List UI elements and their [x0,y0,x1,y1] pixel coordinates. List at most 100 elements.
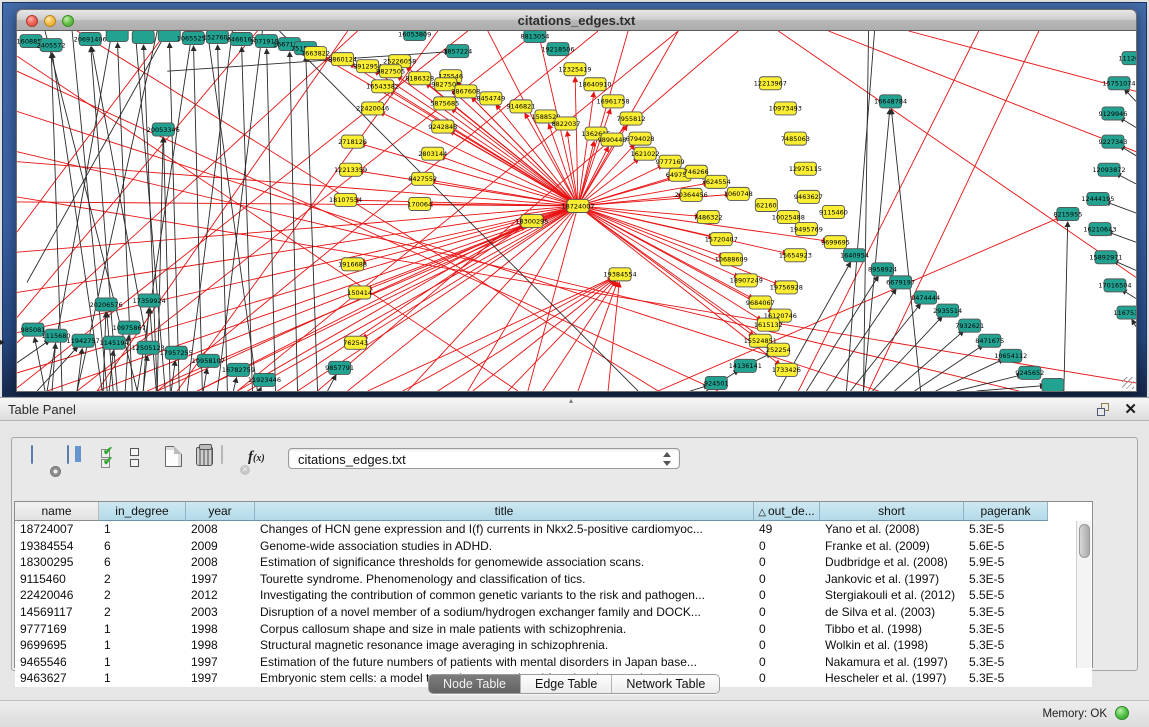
graph-node[interactable]: 7955812 [617,112,646,125]
graph-node[interactable]: 9699695 [821,236,850,249]
network-canvas[interactable]: 1608853240557220691406106552571527602646… [16,31,1137,392]
graph-node[interactable]: 5875685 [430,97,459,110]
citation-edge-red[interactable] [543,281,616,391]
citation-edge-black[interactable] [17,340,49,363]
graph-node[interactable]: 9227343 [1098,135,1127,148]
column-header-in_degree[interactable]: in_degree [99,502,186,521]
new-table-icon[interactable] [163,446,189,472]
graph-node[interactable]: 2935514 [933,304,962,317]
close-panel-icon[interactable]: ✕ [1124,400,1137,418]
citation-edge-black[interactable] [306,56,318,391]
graph-node[interactable]: 15751074 [1102,77,1135,90]
citation-edge-black[interactable] [936,359,1004,391]
graph-node[interactable]: 7485063 [781,132,810,145]
graph-node[interactable]: 8822037 [551,117,580,130]
citation-edge-black[interactable] [169,43,179,391]
graph-node[interactable]: 1615132 [754,318,783,331]
graph-node[interactable]: 1060748 [724,187,753,200]
graph-node[interactable]: 746266 [684,165,709,178]
graph-node[interactable]: 252254 [766,343,791,356]
citation-edge-red[interactable] [828,31,1136,152]
graph-node[interactable]: 19495769 [790,223,823,236]
tab-node-table[interactable]: Node Table [429,675,521,693]
table-row[interactable]: 1872400712008Changes of HCN gene express… [15,521,1092,538]
graph-node[interactable]: 762543 [343,336,368,349]
graph-node[interactable]: 16053809 [398,31,431,41]
graph-node[interactable]: 150414 [347,286,372,299]
graph-node[interactable]: 8958924 [868,263,897,276]
graph-node[interactable]: 1145194 [100,336,129,349]
table-row[interactable]: 2242004622012Investigating the contribut… [15,587,1092,604]
memory-indicator-icon[interactable] [1115,706,1129,720]
show-columns-icon[interactable] [67,446,93,472]
citation-edge-red[interactable] [438,279,614,391]
table-row[interactable]: 969969511998Structural magnetic resonanc… [15,637,1092,654]
graph-node[interactable]: 8427552 [408,172,437,185]
tab-network-table[interactable]: Network Table [612,675,719,693]
table-row[interactable]: 1938455462009Genome-wide association stu… [15,538,1092,555]
citation-edge-black[interactable] [35,338,45,391]
graph-node[interactable]: 62160 [755,198,777,211]
graph-node[interactable]: 19218506 [541,43,574,56]
graph-node[interactable]: 1916688 [338,258,367,271]
citation-edge-black[interactable] [207,31,257,391]
graph-node[interactable]: 17016504 [1098,279,1131,292]
citation-edge-black[interactable] [37,347,78,391]
table-row[interactable]: 946554611997Estimation of the future num… [15,654,1092,671]
graph-node[interactable]: 15654923 [779,249,812,262]
graph-node[interactable]: 12325419 [558,63,591,76]
graph-node[interactable]: 16648784 [874,95,907,108]
citation-edge-red[interactable] [608,282,619,391]
citation-edge-black[interactable] [27,31,167,282]
graph-node[interactable]: 10025488 [772,210,805,223]
column-header-pagerank[interactable]: pagerank [964,502,1048,521]
citation-edge-black[interactable] [290,52,298,391]
graph-node[interactable]: 8186328 [405,72,434,85]
graph-node[interactable]: 8813054 [520,31,549,43]
graph-node[interactable]: 15720407 [705,233,738,246]
graph-node[interactable]: 10973493 [769,102,802,115]
function-builder-icon[interactable]: f(x) [248,449,282,466]
table-settings-icon[interactable] [31,446,57,472]
graph-node[interactable]: 9827505 [376,65,405,78]
graph-node[interactable]: 8454749 [476,92,505,105]
graph-node[interactable]: 12213967 [754,77,787,90]
graph-node[interactable]: 14136141 [729,359,762,372]
graph-node[interactable]: 9474444 [911,291,940,304]
graph-node[interactable]: 8215955 [1053,207,1082,220]
graph-node[interactable]: 9890448 [598,133,627,146]
graph-node[interactable]: 1167533 [1113,306,1136,319]
citation-edge-black[interactable] [218,45,228,391]
graph-node[interactable]: 19384554 [604,268,637,281]
graph-node[interactable]: 8471675 [975,334,1004,347]
graph-node[interactable]: 9146821 [506,100,535,113]
graph-node[interactable]: 2405572 [37,39,66,52]
graph-node[interactable]: 20206576 [90,298,123,311]
table-row[interactable]: 911546021997Tourette syndrome. Phenomeno… [15,571,1092,588]
column-header-out_de[interactable]: △out_de... [754,502,820,521]
citation-edge-red[interactable] [389,90,578,205]
graph-node[interactable]: 9129946 [1098,107,1127,120]
citation-edge-red[interactable] [408,206,578,391]
citation-edge-black[interactable] [977,386,1045,391]
splitter-handle-icon[interactable]: ▸ [0,337,5,348]
citation-edge-black[interactable] [891,109,920,391]
citation-edge-black[interactable] [1064,222,1068,391]
graph-node[interactable]: 9242848 [428,120,457,133]
splitter-collapse-icon[interactable]: ▴ [569,396,573,405]
table-scrollbar[interactable] [1076,521,1091,668]
graph-node[interactable]: 3624554 [702,175,731,188]
graph-node[interactable]: 9245652 [1015,366,1044,379]
graph-node[interactable]: 20364456 [675,188,708,201]
graph-node[interactable]: 2718126 [338,135,367,148]
citation-edge-black[interactable] [806,276,878,391]
citation-edge-black[interactable] [1132,320,1136,327]
citation-edge-black[interactable] [242,47,253,391]
table-row[interactable]: 1456911722003Disruption of a novel membe… [15,604,1092,621]
citation-edge-red[interactable] [197,206,578,391]
table-row[interactable]: 1830029562008Estimation of significance … [15,554,1092,571]
scrollbar-thumb[interactable] [1079,524,1090,558]
graph-node[interactable]: 17957255 [160,346,193,359]
table-row[interactable]: 977716911998Corpus callosum shape and si… [15,621,1092,638]
graph-node[interactable]: 1112055 [1119,52,1136,65]
